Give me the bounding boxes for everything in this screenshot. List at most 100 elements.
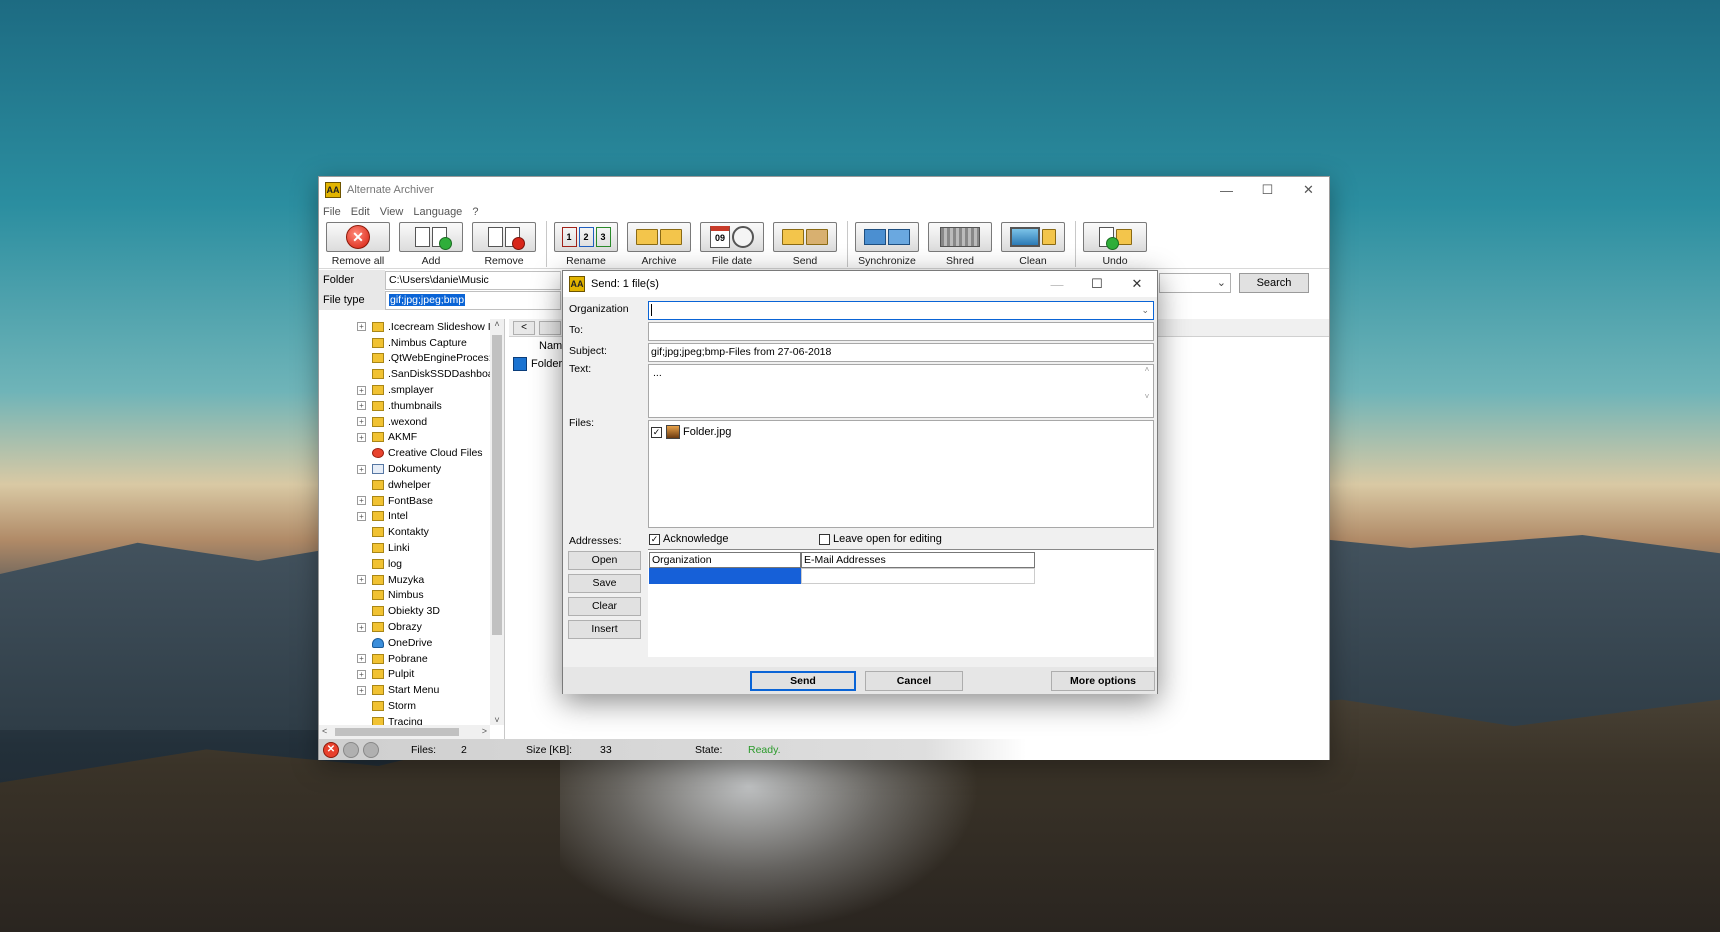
save-button[interactable]: Save xyxy=(568,574,641,593)
minimize-button[interactable]: — xyxy=(1206,177,1247,203)
tree-item[interactable]: Creative Cloud Files xyxy=(319,445,504,461)
grid-cell-organization[interactable] xyxy=(649,568,801,584)
remove-icon xyxy=(505,227,525,250)
tree-item[interactable]: + .Icecream Slideshow I xyxy=(319,319,504,335)
search-scope-combo[interactable]: ⌄ xyxy=(1159,273,1231,293)
organization-combo[interactable]: ⌄ xyxy=(648,301,1154,320)
folder-input[interactable]: C:\Users\danie\Music xyxy=(385,270,561,290)
expand-icon[interactable]: + xyxy=(357,575,366,585)
menu-help[interactable]: ? xyxy=(472,206,478,218)
acknowledge-option[interactable]: ✓ Acknowledge xyxy=(649,533,728,545)
subject-input[interactable]: gif;jpg;jpeg;bmp-Files from 27-06-2018 xyxy=(648,343,1154,362)
expand-icon[interactable]: + xyxy=(357,385,366,395)
tree-item[interactable]: + .smplayer xyxy=(319,382,504,398)
tree-item[interactable]: + Dokumenty xyxy=(319,461,504,477)
file-date-button[interactable]: 09 File date xyxy=(697,221,767,267)
expand-icon[interactable]: + xyxy=(357,432,366,442)
tree-horizontal-scrollbar[interactable]: < > xyxy=(319,725,490,739)
tree-item[interactable]: dwhelper xyxy=(319,477,504,493)
tree-item[interactable]: + .thumbnails xyxy=(319,398,504,414)
tree-item[interactable]: .SanDiskSSDDashboa xyxy=(319,366,504,382)
send-toolbar-button[interactable]: Send xyxy=(770,221,840,267)
remove-all-button[interactable]: ✕ Remove all xyxy=(323,221,393,267)
tree-item[interactable]: + AKMF xyxy=(319,430,504,446)
expand-icon[interactable]: + xyxy=(357,496,366,506)
remove-button[interactable]: Remove xyxy=(469,221,539,267)
tree-item[interactable]: Obiekty 3D xyxy=(319,603,504,619)
clean-button[interactable]: Clean xyxy=(998,221,1068,267)
tree-item[interactable]: + Pulpit xyxy=(319,667,504,683)
synchronize-button[interactable]: Synchronize xyxy=(852,221,922,267)
tree-item[interactable]: + FontBase xyxy=(319,493,504,509)
expand-icon[interactable]: + xyxy=(357,511,366,521)
clear-button[interactable]: Clear xyxy=(568,597,641,616)
leave-open-option[interactable]: Leave open for editing xyxy=(819,533,942,545)
menu-view[interactable]: View xyxy=(380,206,404,218)
tree-item[interactable]: .Nimbus Capture xyxy=(319,335,504,351)
chevron-down-icon[interactable]: ⌄ xyxy=(1141,302,1149,319)
close-button[interactable]: ✕ xyxy=(1288,177,1329,203)
file-checkbox[interactable]: ✓ xyxy=(651,426,662,438)
pause-icon[interactable] xyxy=(343,741,359,758)
tree-vertical-scrollbar[interactable]: ˄ ˅ xyxy=(490,319,504,725)
to-input[interactable] xyxy=(648,322,1154,341)
text-area-scrollbar[interactable]: ˄ ˅ xyxy=(1141,365,1153,417)
scroll-right-icon[interactable]: > xyxy=(482,726,487,736)
shred-button[interactable]: Shred xyxy=(925,221,995,267)
expand-icon[interactable]: + xyxy=(357,464,366,474)
tree-item[interactable]: + Muzyka xyxy=(319,572,504,588)
tree-item[interactable]: Kontakty xyxy=(319,524,504,540)
maximize-button[interactable]: ☐ xyxy=(1247,177,1288,203)
grid-header-email[interactable]: E-Mail Addresses xyxy=(801,552,1035,568)
acknowledge-checkbox[interactable]: ✓ xyxy=(649,533,660,545)
undo-button[interactable]: Undo xyxy=(1080,221,1150,267)
cancel-button[interactable]: Cancel xyxy=(865,671,963,691)
dialog-maximize-button[interactable]: ☐ xyxy=(1077,276,1117,292)
tree-item[interactable]: + Start Menu xyxy=(319,682,504,698)
grid-cell-email[interactable] xyxy=(801,568,1035,584)
list-item[interactable]: ✓ Folder.jpg xyxy=(649,421,1153,443)
back-button[interactable]: < xyxy=(513,320,535,335)
tree-item[interactable]: OneDrive xyxy=(319,635,504,651)
filetype-input[interactable]: gif;jpg;jpeg;bmp xyxy=(385,290,561,310)
expand-icon[interactable]: + xyxy=(357,669,366,679)
tree-item[interactable]: + .wexond xyxy=(319,414,504,430)
expand-icon[interactable]: + xyxy=(357,685,366,695)
tree-item[interactable]: + Intel xyxy=(319,509,504,525)
tree-item[interactable]: + Obrazy xyxy=(319,619,504,635)
send-button[interactable]: Send xyxy=(750,671,856,691)
text-area[interactable]: ... ˄ ˅ xyxy=(648,364,1154,418)
stop-icon[interactable]: ✕ xyxy=(323,741,339,758)
tree-item[interactable]: Storm xyxy=(319,698,504,714)
tree-item[interactable]: Nimbus xyxy=(319,588,504,604)
expand-icon[interactable]: + xyxy=(357,622,366,632)
scroll-down-icon[interactable]: ˅ xyxy=(490,715,504,725)
tree-item[interactable]: + Pobrane xyxy=(319,651,504,667)
leave-open-checkbox[interactable] xyxy=(819,533,830,545)
tree-item[interactable]: .QtWebEngineProces: xyxy=(319,351,504,367)
scroll-up-icon[interactable]: ˄ xyxy=(490,319,504,329)
tree-scroll-thumb[interactable] xyxy=(492,335,502,635)
tree-item[interactable]: Linki xyxy=(319,540,504,556)
more-options-button[interactable]: More options xyxy=(1051,671,1155,691)
tree-item[interactable]: log xyxy=(319,556,504,572)
insert-button[interactable]: Insert xyxy=(568,620,641,639)
rename-button[interactable]: 123 Rename xyxy=(551,221,621,267)
menu-language[interactable]: Language xyxy=(413,206,462,218)
archive-button[interactable]: Archive xyxy=(624,221,694,267)
play-icon[interactable] xyxy=(363,741,379,758)
expand-icon[interactable]: + xyxy=(357,401,366,411)
scroll-left-icon[interactable]: < xyxy=(322,726,327,736)
forward-button[interactable] xyxy=(539,320,561,335)
expand-icon[interactable]: + xyxy=(357,654,366,664)
menu-file[interactable]: File xyxy=(323,206,341,218)
search-button[interactable]: Search xyxy=(1239,273,1309,293)
add-button[interactable]: Add xyxy=(396,221,466,267)
expand-icon[interactable]: + xyxy=(357,417,366,427)
tree-hscroll-thumb[interactable] xyxy=(335,728,459,736)
open-button[interactable]: Open xyxy=(568,551,641,570)
menu-edit[interactable]: Edit xyxy=(351,206,370,218)
dialog-close-button[interactable]: ✕ xyxy=(1117,276,1157,292)
grid-header-organization[interactable]: Organization xyxy=(649,552,801,568)
expand-icon[interactable]: + xyxy=(357,322,366,332)
